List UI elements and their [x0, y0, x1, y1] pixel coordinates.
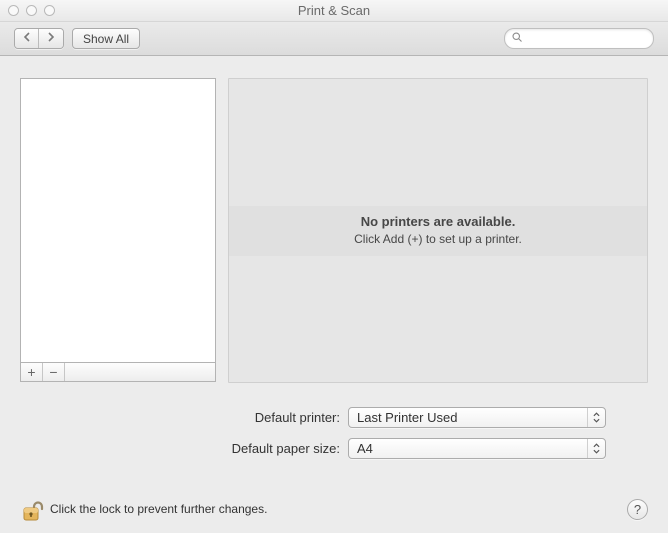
- default-paper-select[interactable]: A4: [348, 438, 606, 459]
- settings-form: Default printer: Last Printer Used Defau…: [20, 407, 648, 459]
- toolbar: Show All: [0, 22, 668, 56]
- nav-buttons: [14, 28, 64, 49]
- content-area: + − No printers are available. Click Add…: [0, 56, 668, 479]
- add-printer-button[interactable]: +: [21, 363, 43, 381]
- show-all-label: Show All: [83, 32, 129, 46]
- printer-list-controls: + −: [20, 362, 216, 382]
- zoom-window-button[interactable]: [44, 5, 55, 16]
- search-icon: [511, 31, 523, 46]
- window-title: Print & Scan: [0, 3, 668, 18]
- default-paper-label: Default paper size:: [20, 441, 348, 456]
- chevron-left-icon: [23, 32, 31, 45]
- printer-panel: + −: [20, 78, 216, 383]
- default-paper-value: A4: [357, 441, 373, 456]
- help-button[interactable]: ?: [627, 499, 648, 520]
- window-controls: [0, 5, 55, 16]
- updown-arrows-icon: [587, 439, 605, 458]
- default-printer-label: Default printer:: [20, 410, 348, 425]
- search-input[interactable]: [527, 31, 668, 47]
- printer-detail-panel: No printers are available. Click Add (+)…: [228, 78, 648, 383]
- updown-arrows-icon: [587, 408, 605, 427]
- plus-icon: +: [27, 365, 35, 379]
- close-window-button[interactable]: [8, 5, 19, 16]
- no-printers-line1: No printers are available.: [229, 214, 647, 229]
- default-printer-value: Last Printer Used: [357, 410, 457, 425]
- footer: Click the lock to prevent further change…: [0, 479, 668, 533]
- chevron-right-icon: [47, 32, 55, 45]
- default-printer-select[interactable]: Last Printer Used: [348, 407, 606, 428]
- titlebar: Print & Scan: [0, 0, 668, 22]
- default-printer-row: Default printer: Last Printer Used: [20, 407, 648, 428]
- no-printers-line2: Click Add (+) to set up a printer.: [229, 232, 647, 246]
- help-icon: ?: [634, 502, 641, 517]
- search-field-wrap[interactable]: [504, 28, 654, 49]
- lock-hint-text: Click the lock to prevent further change…: [50, 502, 267, 516]
- remove-printer-button[interactable]: −: [43, 363, 65, 381]
- back-button[interactable]: [15, 29, 39, 48]
- main-row: + − No printers are available. Click Add…: [20, 78, 648, 383]
- printer-list[interactable]: [20, 78, 216, 362]
- lock-icon[interactable]: [20, 495, 44, 523]
- default-paper-row: Default paper size: A4: [20, 438, 648, 459]
- minimize-window-button[interactable]: [26, 5, 37, 16]
- minus-icon: −: [49, 365, 57, 379]
- forward-button[interactable]: [39, 29, 63, 48]
- no-printers-message: No printers are available. Click Add (+)…: [229, 206, 647, 256]
- show-all-button[interactable]: Show All: [72, 28, 140, 49]
